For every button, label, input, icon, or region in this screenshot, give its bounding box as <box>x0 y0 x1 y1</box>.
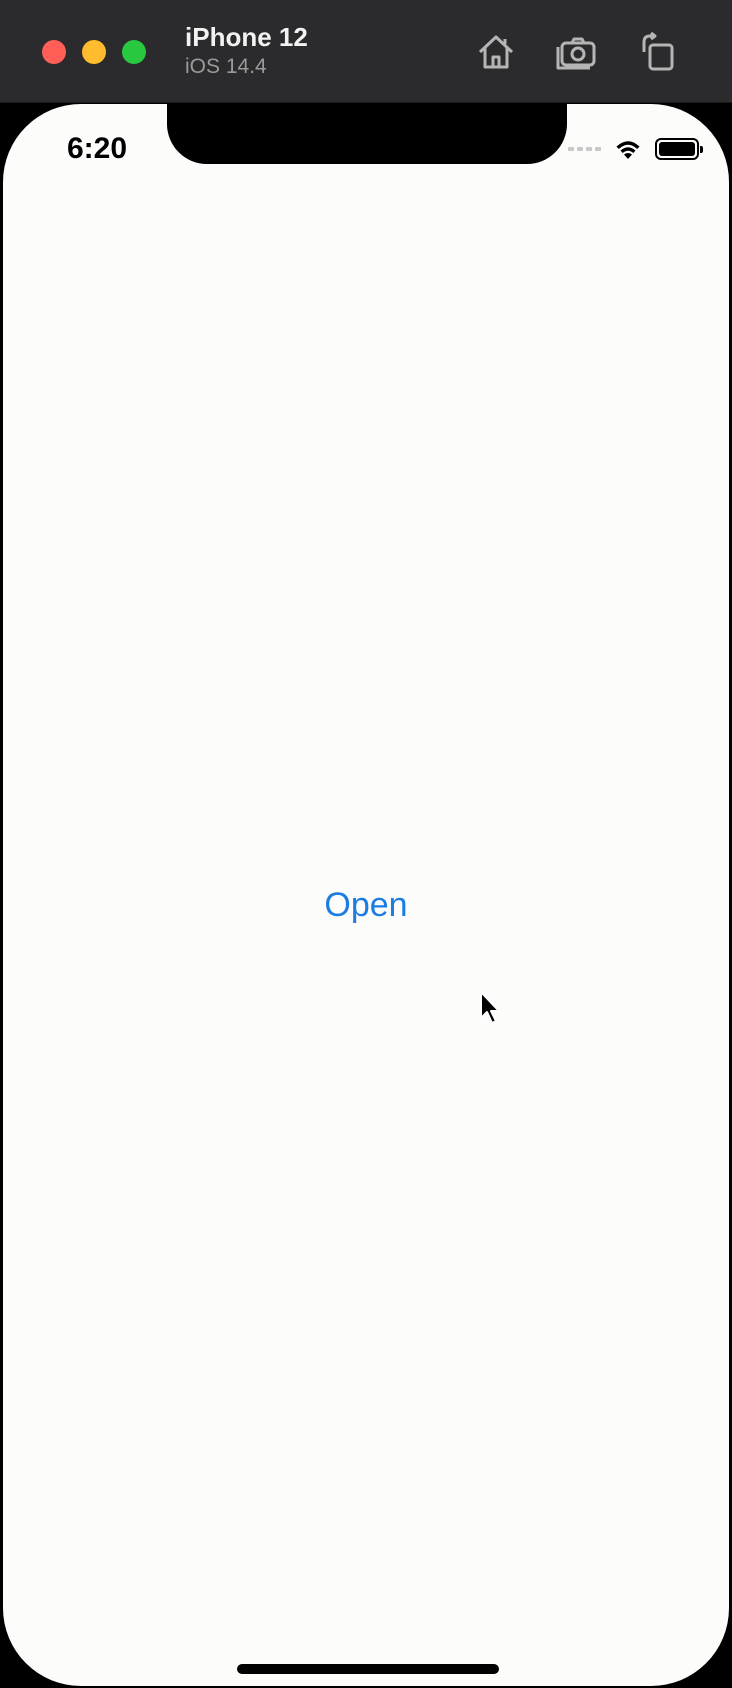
mouse-cursor-icon <box>479 990 503 1026</box>
zoom-window-button[interactable] <box>122 40 146 64</box>
home-indicator[interactable] <box>237 1664 499 1674</box>
status-bar-time: 6:20 <box>67 132 128 165</box>
rotate-button[interactable] <box>636 30 680 74</box>
open-button[interactable]: Open <box>3 886 729 925</box>
home-button[interactable] <box>474 30 518 74</box>
minimize-window-button[interactable] <box>82 40 106 64</box>
screenshot-icon <box>556 37 596 70</box>
close-window-button[interactable] <box>42 40 66 64</box>
simulator-titlebar: iPhone 12 iOS 14.4 <box>0 0 732 103</box>
rotate-icon <box>642 31 674 71</box>
screenshot-button[interactable] <box>556 30 600 74</box>
phone-screen: 6:20 Open <box>3 104 729 1686</box>
device-name: iPhone 12 <box>185 22 308 52</box>
status-bar-indicators <box>568 136 703 162</box>
cellular-signal-icon <box>568 147 601 151</box>
battery-icon <box>655 138 703 160</box>
home-icon <box>478 35 514 69</box>
wifi-icon <box>613 137 643 161</box>
device-notch <box>167 104 567 164</box>
os-version: iOS 14.4 <box>185 55 267 78</box>
